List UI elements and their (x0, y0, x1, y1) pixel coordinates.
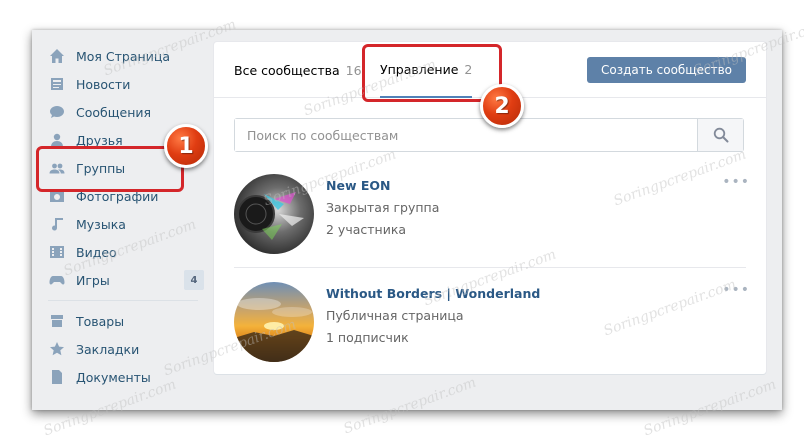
sidebar-item-label: Видео (76, 244, 117, 260)
document-icon (48, 368, 66, 386)
more-options-icon[interactable]: ••• (722, 174, 750, 190)
sidebar-item-label: Товары (76, 313, 125, 329)
list-item: Without Borders | Wonderland Публичная с… (234, 282, 749, 366)
sidebar: Моя Страница Новости Сообщения Друзья Гр… (44, 42, 204, 391)
tab-label: Все сообщества (234, 62, 340, 78)
group-type: Закрытая группа (326, 200, 440, 215)
group-members: 1 подписчик (326, 330, 409, 345)
tab-all-communities[interactable]: Все сообщества 16 (234, 42, 362, 98)
sidebar-item-video[interactable]: Видео (44, 238, 204, 266)
gamepad-icon (48, 271, 66, 289)
music-icon (48, 215, 66, 233)
shop-icon (48, 312, 66, 330)
sidebar-item-label: Музыка (76, 216, 126, 232)
callout-number-2: 2 (480, 84, 524, 128)
sidebar-item-label: Сообщения (76, 104, 152, 120)
search-icon (713, 127, 728, 143)
group-name[interactable]: New EON (326, 178, 390, 193)
sidebar-item-documents[interactable]: Документы (44, 363, 204, 391)
list-item: New EON Закрытая группа 2 участника ••• (234, 174, 749, 258)
sidebar-divider (48, 300, 198, 301)
games-count-badge: 4 (184, 270, 204, 290)
news-icon (48, 75, 66, 93)
sidebar-item-label: Новости (76, 76, 131, 92)
group-members: 2 участника (326, 222, 407, 237)
highlight-management-tab (362, 44, 502, 102)
create-community-button[interactable]: Создать сообщество (587, 57, 746, 83)
group-name[interactable]: Without Borders | Wonderland (326, 286, 540, 301)
sidebar-item-label: Закладки (76, 341, 140, 357)
more-options-icon[interactable]: ••• (722, 282, 750, 298)
search-button[interactable] (697, 119, 743, 151)
star-icon (48, 340, 66, 358)
video-icon (48, 243, 66, 261)
sidebar-item-games[interactable]: Игры 4 (44, 266, 204, 294)
home-icon (48, 47, 66, 65)
search-input[interactable] (235, 119, 697, 151)
sidebar-item-messages[interactable]: Сообщения (44, 98, 204, 126)
message-icon (48, 103, 66, 121)
group-avatar[interactable] (234, 174, 314, 254)
sidebar-item-label: Моя Страница (76, 48, 170, 64)
sidebar-item-label: Игры (76, 272, 110, 288)
group-type: Публичная страница (326, 308, 464, 323)
tab-count: 16 (345, 62, 362, 78)
highlight-groups (36, 146, 184, 192)
sidebar-item-goods[interactable]: Товары (44, 307, 204, 335)
group-avatar[interactable] (234, 282, 314, 362)
sidebar-item-my-page[interactable]: Моя Страница (44, 42, 204, 70)
callout-number-1: 1 (164, 124, 208, 168)
sidebar-item-music[interactable]: Музыка (44, 210, 204, 238)
sidebar-item-news[interactable]: Новости (44, 70, 204, 98)
row-divider (234, 267, 746, 268)
sidebar-item-label: Документы (76, 369, 151, 385)
sidebar-item-bookmarks[interactable]: Закладки (44, 335, 204, 363)
